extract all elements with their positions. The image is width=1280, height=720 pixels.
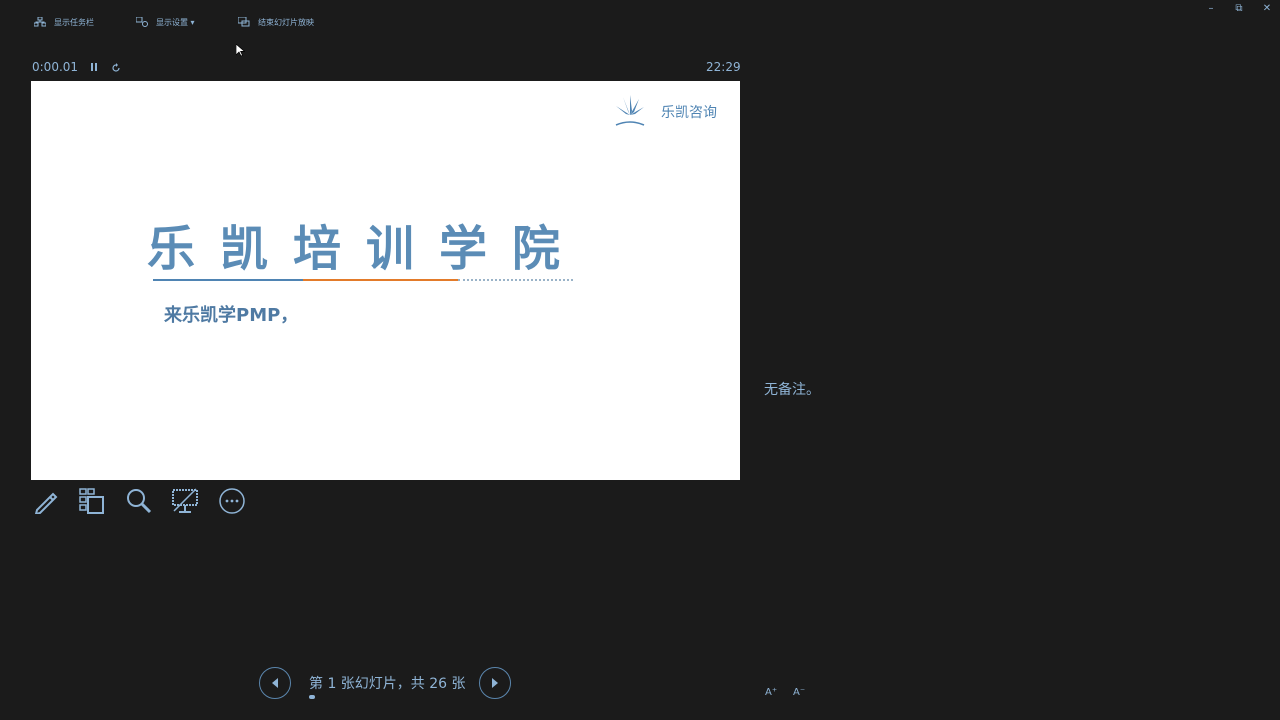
- zoom-icon: [125, 487, 153, 519]
- mouse-cursor-icon: [235, 42, 246, 61]
- restart-timer-button[interactable]: [110, 60, 122, 74]
- show-taskbar-button[interactable]: 显示任务栏: [34, 14, 94, 30]
- brand-name: 乐凯咨询: [661, 105, 717, 121]
- see-all-slides-icon: [78, 487, 106, 519]
- black-screen-icon: [171, 487, 199, 519]
- next-slide-button[interactable]: [479, 667, 511, 699]
- minimize-button[interactable]: –: [1204, 2, 1218, 16]
- title-underline-dotted: [458, 279, 573, 281]
- slide-counter[interactable]: 第 1 张幻灯片，共 26 张: [309, 673, 466, 693]
- pause-button[interactable]: [88, 60, 100, 74]
- slide-counter-marker: [309, 695, 315, 699]
- show-taskbar-label: 显示任务栏: [54, 17, 94, 27]
- end-show-button[interactable]: 结束幻灯片放映: [238, 14, 314, 30]
- pause-icon: [91, 63, 97, 71]
- elapsed-time: 0:00.01: [32, 60, 79, 74]
- display-settings-label: 显示设置 ▾: [156, 17, 195, 27]
- more-options-button[interactable]: [217, 488, 247, 518]
- slide-title: 乐凯培训学院: [147, 221, 586, 277]
- end-show-icon: [238, 17, 250, 27]
- title-underline-orange: [303, 279, 458, 281]
- close-button[interactable]: ✕: [1260, 2, 1274, 16]
- more-options-icon: [218, 487, 246, 519]
- increase-notes-font-button[interactable]: A⁺: [765, 687, 777, 698]
- display-settings-icon: [136, 17, 148, 27]
- decrease-notes-font-button[interactable]: A⁻: [793, 687, 805, 698]
- see-all-slides-button[interactable]: [77, 488, 107, 518]
- title-underline-blue: [153, 279, 303, 281]
- speaker-notes: 无备注。: [764, 382, 820, 398]
- restore-button[interactable]: ⧉: [1232, 2, 1246, 16]
- pen-tool-button[interactable]: [31, 488, 61, 518]
- zoom-button[interactable]: [124, 488, 154, 518]
- clock-time: 22:29: [706, 60, 741, 74]
- slide-subtitle: 来乐凯学PMP，: [164, 305, 299, 326]
- previous-slide-button[interactable]: [259, 667, 291, 699]
- current-slide[interactable]: 乐凯咨询 乐凯培训学院 来乐凯学PMP，: [31, 81, 740, 480]
- restart-icon: [111, 58, 121, 77]
- brand-logo-icon: [613, 93, 647, 133]
- pen-icon: [33, 488, 59, 518]
- black-screen-button[interactable]: [170, 488, 200, 518]
- taskbar-icon: [34, 17, 46, 27]
- display-settings-button[interactable]: 显示设置 ▾: [136, 14, 195, 30]
- end-show-label: 结束幻灯片放映: [258, 17, 314, 27]
- previous-arrow-icon: [270, 674, 280, 693]
- next-arrow-icon: [490, 674, 500, 693]
